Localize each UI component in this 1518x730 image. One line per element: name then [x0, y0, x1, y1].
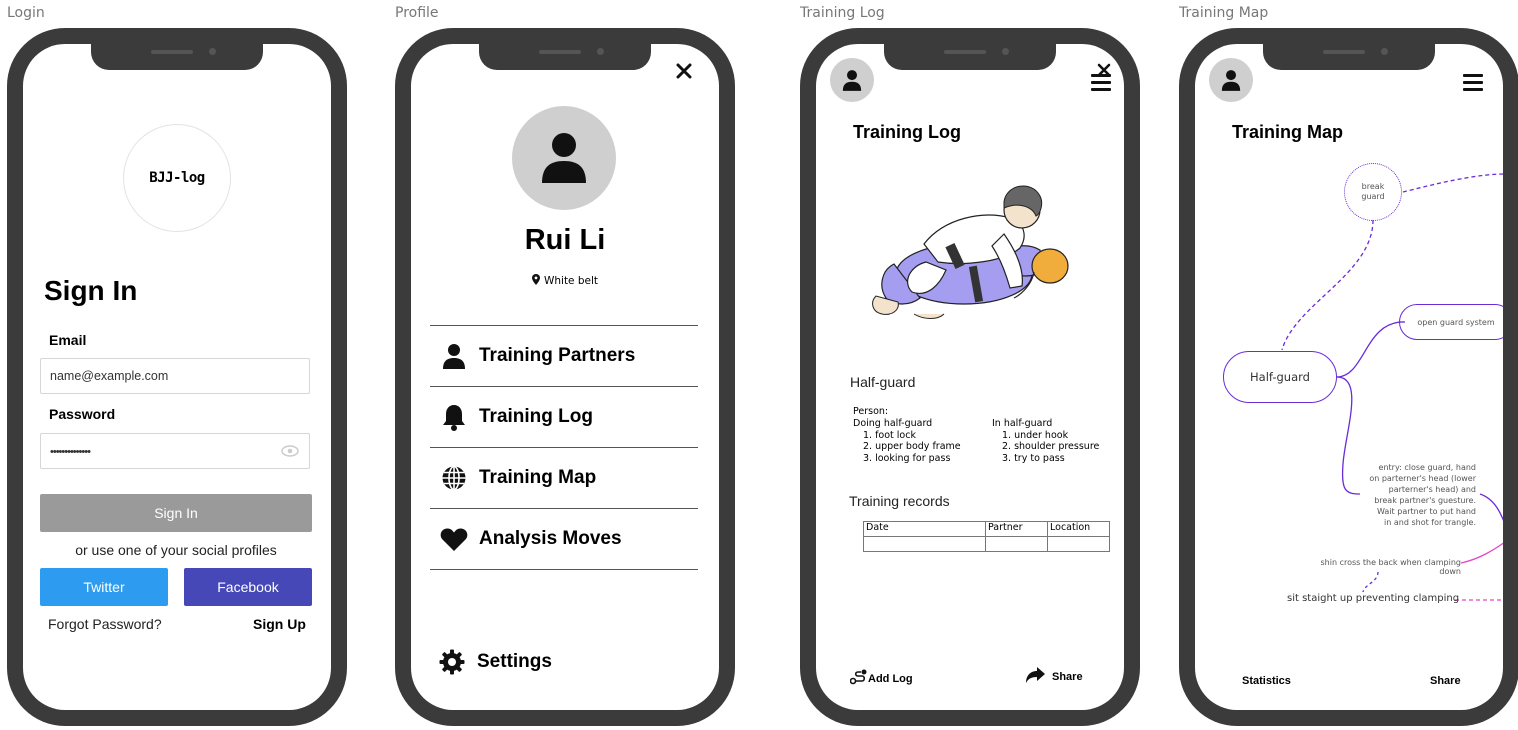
phone-login: BJJ-log Sign In Email name@example.com P… — [7, 28, 347, 726]
profile-name: Rui Li — [524, 224, 606, 256]
doing-half-guard-notes: Doing half-guard 1. foot lock 2. upper b… — [853, 418, 983, 464]
user-icon — [443, 343, 465, 369]
phone-training-map: Training Map break guard open guard syst… — [1179, 28, 1518, 726]
node-label: break guard — [1361, 182, 1385, 201]
frame-label-training-log: Training Log — [800, 5, 885, 21]
menu-item-training-log[interactable]: Training Log — [430, 386, 698, 447]
phone-training-log: Training Log Half-guard Person: Doing ha… — [800, 28, 1140, 726]
phone-profile: Rui Li White belt Training Partners Trai… — [395, 28, 735, 726]
list-item: 1. foot lock — [863, 429, 916, 441]
records-title: Training records — [849, 493, 950, 509]
sit-note: sit staight up preventing clamping — [1287, 593, 1460, 604]
list-item: 2. upper body frame — [863, 441, 961, 453]
map-node-break-guard[interactable]: break guard — [1344, 163, 1402, 221]
position-title: Half-guard — [850, 374, 916, 390]
node-label: Half-guard — [1250, 370, 1310, 384]
map-node-half-guard[interactable]: Half-guard — [1223, 351, 1337, 403]
list-item: 2. shoulder pressure — [1002, 441, 1100, 453]
belt-label: White belt — [543, 275, 599, 287]
table-header-row: Date Partner Location — [863, 521, 1110, 537]
menu-item-label: Training Map — [479, 467, 597, 488]
twitter-button[interactable]: Twitter — [40, 568, 168, 606]
frame-label-training-map: Training Map — [1179, 5, 1269, 21]
map-node-open-guard-system[interactable]: open guard system — [1399, 304, 1503, 340]
column-header: Partner — [985, 521, 1048, 537]
training-log-screen: Training Log Half-guard Person: Doing ha… — [816, 44, 1124, 710]
column-header: Date — [863, 521, 986, 537]
facebook-button[interactable]: Facebook — [184, 568, 312, 606]
node-label: open guard system — [1417, 317, 1495, 327]
doing-title: Doing half-guard — [853, 418, 933, 429]
avatar — [512, 106, 616, 210]
grappling-illustration — [872, 185, 1069, 319]
phone-notch — [91, 44, 263, 70]
phone-notch — [1263, 44, 1435, 70]
login-screen: BJJ-log Sign In Email name@example.com P… — [23, 44, 331, 710]
user-icon — [842, 69, 862, 91]
profile-screen: Rui Li White belt Training Partners Trai… — [411, 44, 719, 710]
heart-icon — [440, 527, 468, 551]
list-item: 1. under hook — [1002, 429, 1069, 441]
column-header: Location — [1047, 521, 1110, 537]
social-text: or use one of your social profiles — [75, 542, 277, 558]
menu-item-label: Analysis Moves — [479, 528, 622, 549]
bell-icon — [443, 405, 465, 431]
list-item: 3. looking for pass — [863, 452, 951, 464]
list-item: 3. try to pass — [1002, 452, 1065, 464]
close-icon[interactable] — [1097, 63, 1111, 77]
location-pin-icon — [531, 274, 540, 285]
share-arrow-icon — [1026, 667, 1045, 683]
gear-icon — [439, 649, 465, 675]
phone-notch — [479, 44, 651, 70]
share-label: Share — [1052, 671, 1083, 683]
sign-up-link[interactable]: Sign Up — [253, 616, 306, 632]
app-logo: BJJ-log — [123, 124, 231, 232]
route-icon — [850, 669, 867, 685]
entry-note: entry: close guard, hand on parterner's … — [1369, 463, 1476, 527]
avatar[interactable] — [830, 58, 874, 102]
close-icon[interactable] — [676, 63, 692, 79]
person-label: Person: — [853, 406, 889, 417]
add-log-label: Add Log — [868, 673, 913, 685]
user-icon — [542, 133, 586, 183]
menu-item-training-partners[interactable]: Training Partners — [430, 325, 698, 386]
password-field[interactable]: •••••••••••••• — [40, 433, 310, 469]
table-row[interactable] — [863, 536, 1110, 552]
settings-item[interactable]: Settings — [439, 649, 552, 675]
share-button[interactable]: Share — [1025, 667, 1083, 683]
globe-icon — [442, 465, 466, 491]
menu-item-analysis-moves[interactable]: Analysis Moves — [430, 508, 698, 570]
in-half-guard-notes: In half-guard 1. under hook 2. shoulder … — [992, 418, 1122, 464]
in-title: In half-guard — [992, 418, 1053, 429]
email-label: Email — [49, 332, 87, 348]
menu-item-label: Training Partners — [479, 345, 636, 366]
menu-item-training-map[interactable]: Training Map — [430, 447, 698, 508]
page-title: Sign In — [44, 275, 138, 306]
password-label: Password — [49, 406, 116, 422]
menu-item-label: Training Log — [479, 406, 593, 427]
settings-label: Settings — [477, 651, 552, 672]
sign-in-button[interactable]: Sign In — [40, 494, 312, 532]
training-map-screen: Training Map break guard open guard syst… — [1195, 44, 1503, 710]
logo-text: BJJ-log — [149, 170, 205, 186]
page-title: Training Log — [853, 122, 961, 142]
statistics-button[interactable]: Statistics — [1242, 675, 1291, 687]
frame-label-login: Login — [7, 5, 45, 21]
phone-notch — [884, 44, 1056, 70]
share-button[interactable]: Share — [1430, 675, 1461, 687]
shin-note: shin cross the back when clamping down — [1320, 558, 1462, 576]
eye-icon[interactable] — [281, 445, 299, 457]
password-value: •••••••••••••• — [50, 446, 91, 458]
belt-info: White belt — [411, 274, 719, 287]
email-field[interactable]: name@example.com — [40, 358, 310, 394]
records-table: Date Partner Location — [863, 521, 1110, 552]
frame-label-profile: Profile — [395, 5, 439, 21]
forgot-password-link[interactable]: Forgot Password? — [48, 616, 162, 632]
add-log-button[interactable]: Add Log — [850, 669, 913, 685]
